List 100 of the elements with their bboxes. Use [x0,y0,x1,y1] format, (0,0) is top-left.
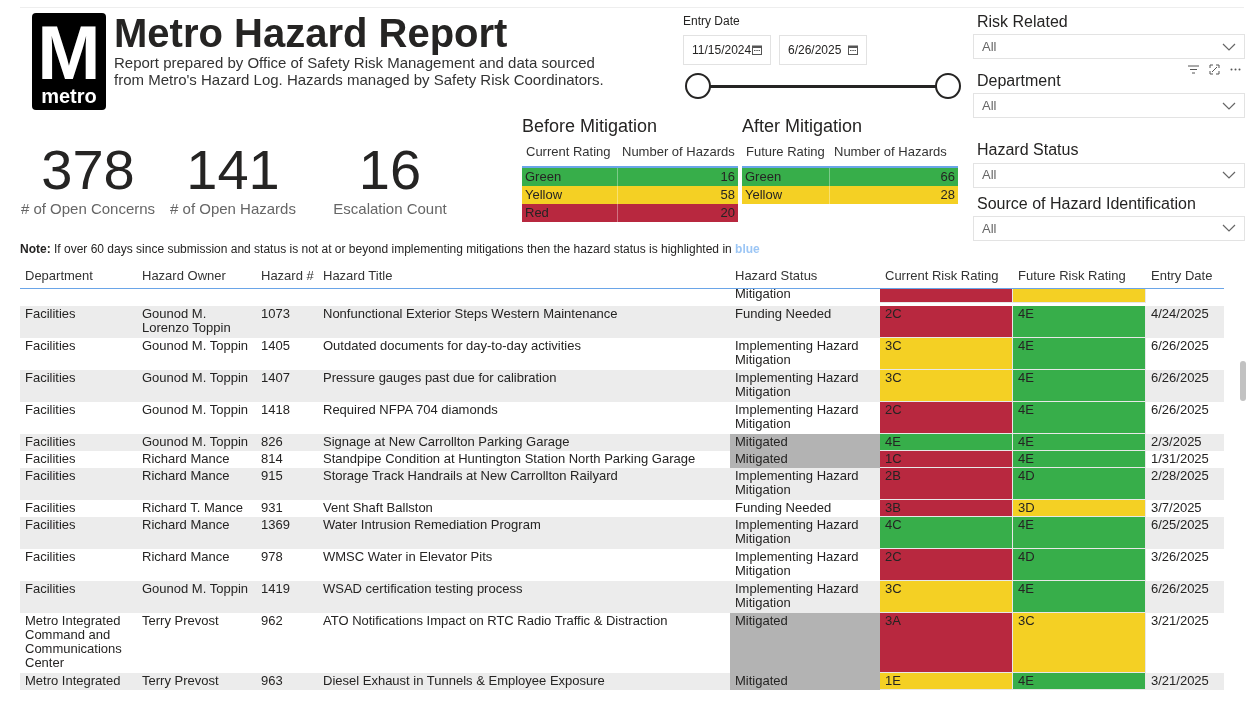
focus-mode-icon[interactable] [1209,64,1220,75]
kpi-value: 378 [40,142,136,198]
table-cell-text: Gounod M. Toppin [141,338,249,356]
column-header: Entry Date [1150,267,1214,286]
table-cell-text: 978 [260,549,284,567]
slider-handle[interactable] [935,73,961,99]
column-header: Number of Hazards [621,142,735,161]
table-cell-text: 1073 [260,306,291,324]
metro-logo: M metro [32,13,106,110]
table-cell-text: Gounod M. Toppin [141,434,249,452]
dropdown-field[interactable]: All [973,93,1245,119]
dropdown-field[interactable]: All [973,162,1245,188]
table-cell-text: 814 [260,451,284,469]
filter-icon[interactable] [1188,64,1199,75]
status-cell-text: Implementing Hazard Mitigation [734,402,860,434]
rating-cell: 4E [1013,581,1146,614]
table-cell-text: 931 [260,500,284,518]
table-cell-text: Diesel Exhaust in Tunnels & Employee Exposure [322,673,606,691]
count-cell: 58 [618,186,738,205]
rating-cell: Yellow [522,186,618,205]
table-cell-text: 6/25/2025 [1150,517,1210,535]
table-cell-text: 1369 [260,517,291,535]
table-cell-text: 1405 [260,338,291,356]
column-header: Current Rating [525,142,612,161]
table-cell-text: Facilities [24,517,77,535]
table-cell-text: Metro Integrated [24,673,122,691]
table-cell-text: Metro Integrated Command and Communications Center [24,613,123,673]
column-header: Current Risk Rating [884,267,1000,286]
kpi-label: Escalation Count [332,199,448,219]
count-cell: 16 [618,168,738,187]
status-cell-text: Implementing Hazard Mitigation [734,468,860,500]
table-cell-text: Facilities [24,581,77,599]
table-cell-text: WMSC Water in Elevator Pits [322,549,494,567]
dropdown-field[interactable]: All [973,215,1245,241]
table-cell-text: 3/21/2025 [1150,613,1210,631]
table-cell-text: Water Intrusion Remediation Program [322,517,542,535]
rating-cell: Green [522,168,618,187]
table-cell-text: Facilities [24,451,77,469]
table-cell-text: Terry Prevost [141,613,220,631]
table-cell-text: 1407 [260,370,291,388]
column-header: Number of Hazards [833,142,947,161]
status-cell: Mitigated [730,673,880,691]
table-cell-text: 826 [260,434,284,452]
table-cell-text: 6/26/2025 [1150,581,1210,599]
rating-cell: 3C [1013,613,1146,674]
rating-cell: Yellow [742,186,830,205]
table-cell-text: Standpipe Condition at Huntington Station North Parking Garage [322,451,697,469]
count-cell: 20 [618,204,738,223]
column-header: Hazard Status [734,267,819,286]
table-cell-text: Outdated documents for day-to-day activities [322,338,582,356]
date-field[interactable]: 6/26/2025 [779,35,867,65]
rating-cell: 2C [880,549,1013,582]
scrollbar-thumb[interactable] [1240,361,1246,402]
date-field[interactable]: 11/15/2024 [683,35,771,65]
table-cell-text: 3/7/2025 [1150,500,1203,518]
rating-cell: 4C [880,517,1013,550]
chevron-down-icon [1222,42,1236,51]
rating-cell: Red [522,204,618,223]
table-cell-text: ATO Notifications Impact on RTC Radio Traffic & Distraction [322,613,669,631]
kpi-label: # of Open Concerns [19,199,157,219]
rating-cell: 3A [880,613,1013,674]
table-cell-text: Facilities [24,500,77,518]
column-header: Department [24,267,94,286]
calendar-icon[interactable] [848,45,858,55]
table-cell-text: Richard Mance [141,451,231,469]
table-cell-text: 963 [260,673,284,691]
rating-cell: 4D [1013,468,1146,501]
table-cell-text: 1419 [260,581,291,599]
table-cell-text: 6/26/2025 [1150,370,1210,388]
calendar-icon[interactable] [752,45,762,55]
table-cell-text: Gounod M. Toppin [141,581,249,599]
rating-cell: 3C [880,338,1013,371]
date-range-slider[interactable] [685,73,961,99]
kpi-label: # of Open Hazards [169,199,297,219]
rating-cell: 1E [880,673,1013,691]
rating-cell: Green [742,168,830,187]
rating-cell: 3C [880,581,1013,614]
table-cell-text: Nonfunctional Exterior Steps Western Maintenance [322,306,619,324]
table-cell-text: 3/21/2025 [1150,673,1210,691]
rating-cell: 4E [880,434,1013,452]
rating-cell: 2C [880,402,1013,435]
slider-handle[interactable] [685,73,711,99]
table-cell-text: 1/31/2025 [1150,451,1210,469]
report-title: Metro Hazard Report [114,12,509,54]
rating-cell: 4E [1013,434,1146,452]
report-description: Report prepared by Office of Safety Risk Management and data sourced from Metro's Hazard Log. Hazards managed by Safety Risk Coordinators. [114,54,605,89]
table-cell-text: 2/3/2025 [1150,434,1203,452]
table-cell-text: Facilities [24,549,77,567]
chevron-down-icon [1222,224,1236,233]
dropdown-field[interactable]: All [973,34,1245,60]
table-cell-text: 2/28/2025 [1150,468,1210,486]
kpi-value: 141 [185,142,281,198]
status-cell-text: Implementing Hazard Mitigation [734,581,860,613]
slicer-label: Risk Related [977,12,1069,32]
rating-cell: 3C [880,370,1013,403]
status-cell-text: Implementing Hazard Mitigation [734,338,860,370]
table-cell-text: Terry Prevost [141,673,220,691]
rating-cell: 4E [1013,402,1146,435]
slicer-label: Department [977,71,1062,91]
table-title: After Mitigation [742,116,864,138]
